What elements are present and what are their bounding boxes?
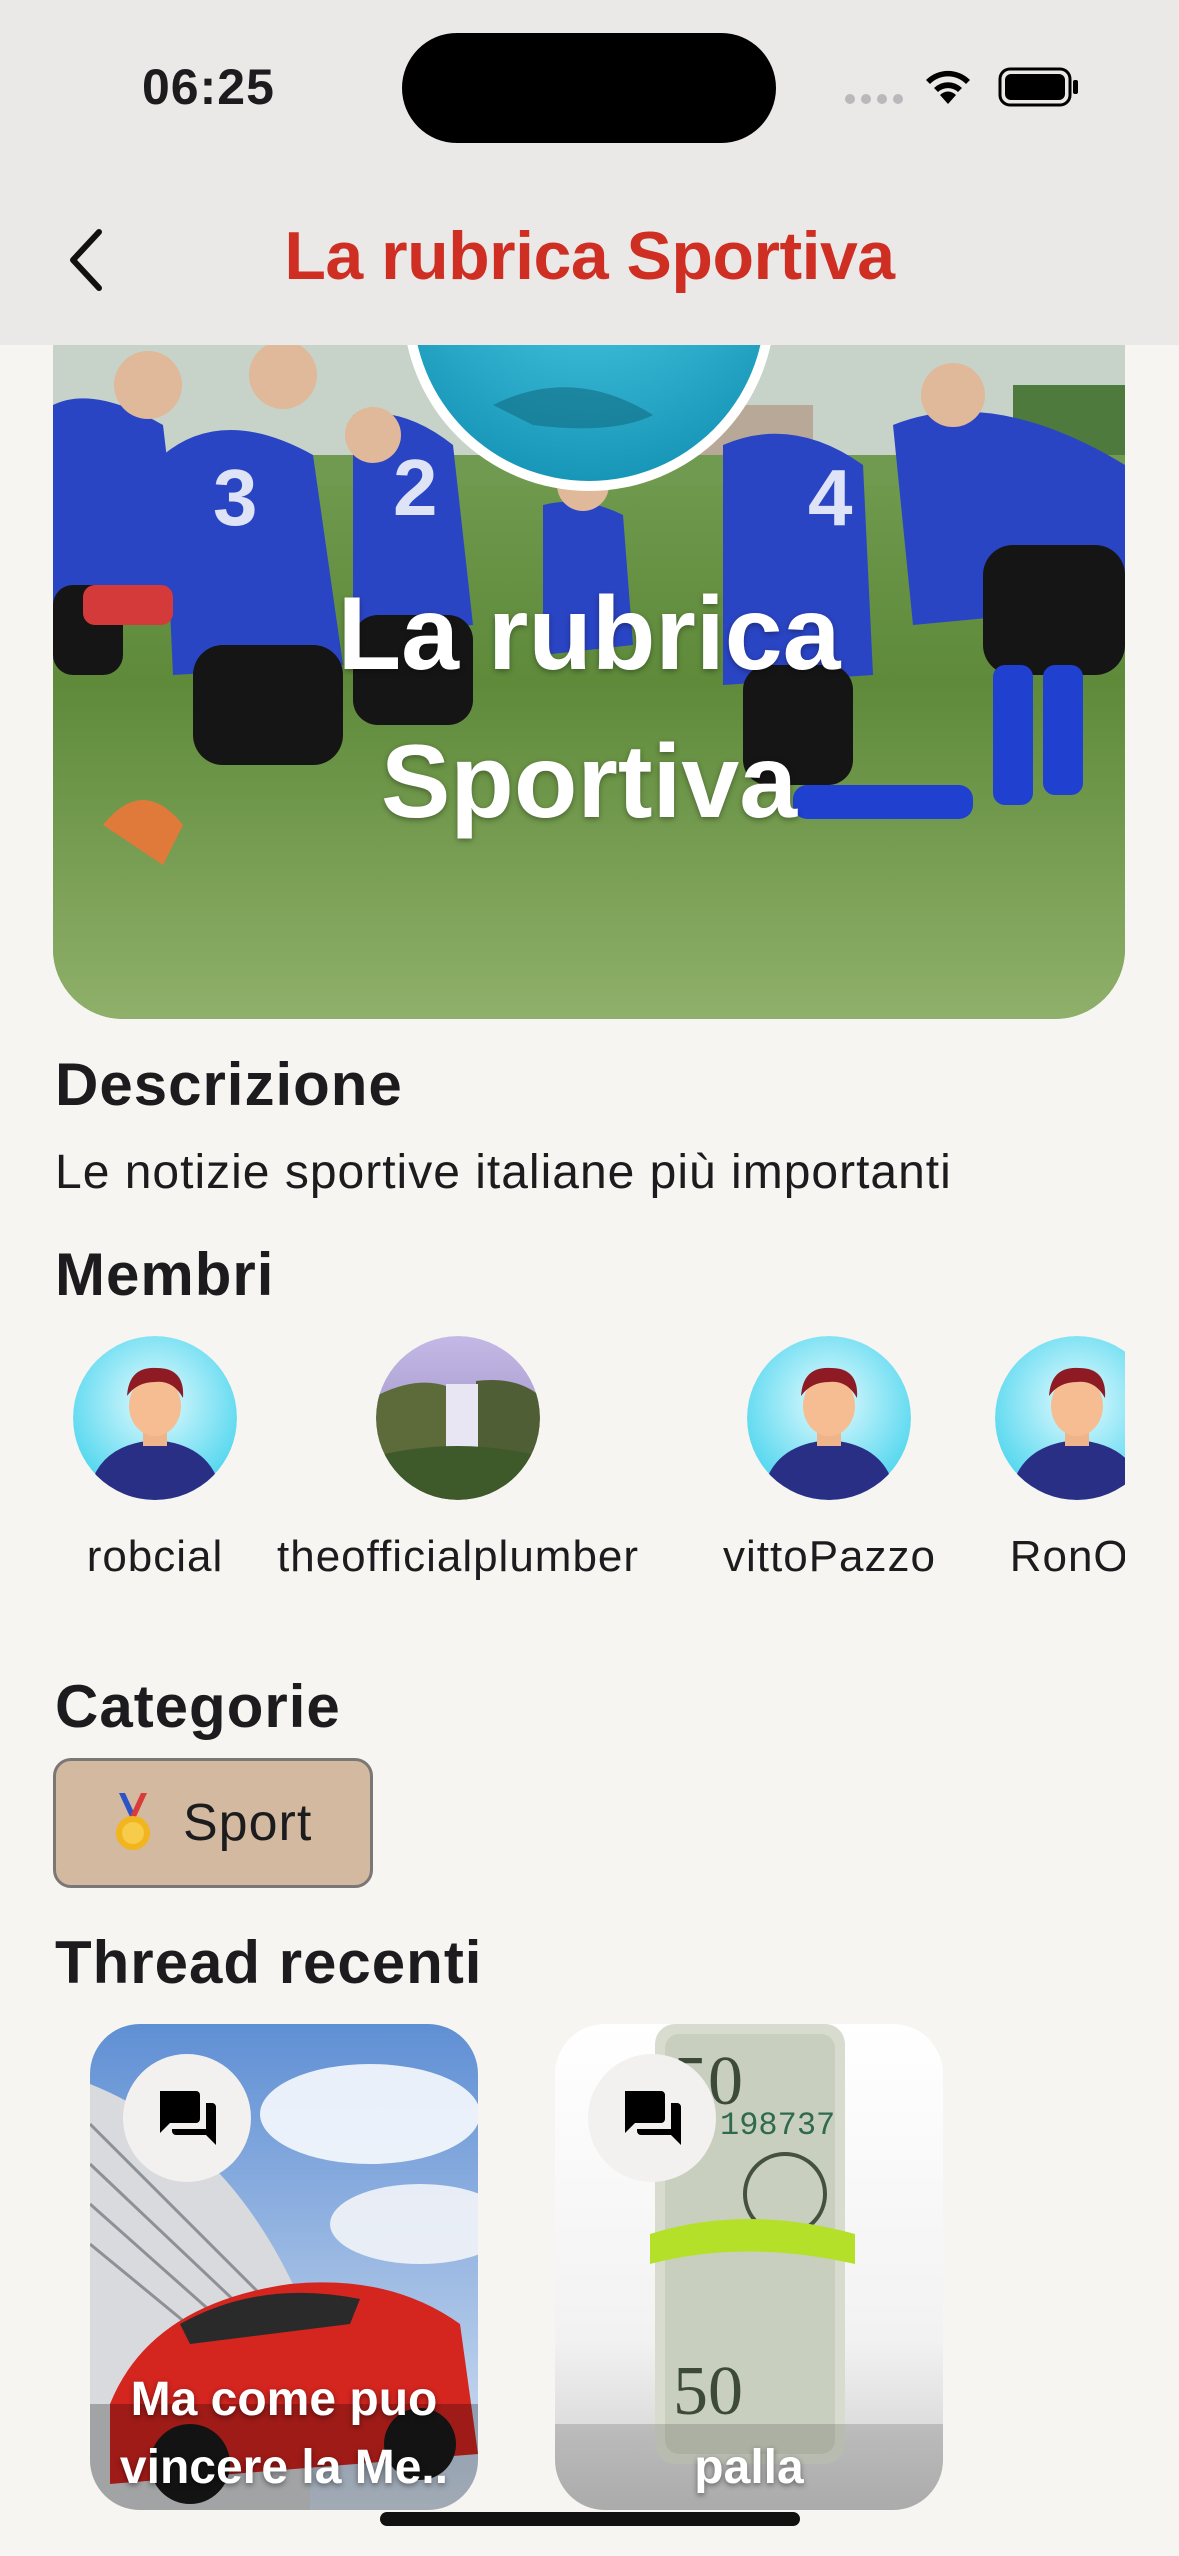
thread-title: Ma come puo vincere la Me.. — [119, 2373, 449, 2494]
members-list[interactable]: robcial theofficialplumber vittoPazzo Ro… — [53, 1336, 1125, 1596]
banner-title: La rubrica Sportiva — [53, 560, 1125, 856]
member-name: RonOr — [1009, 1532, 1125, 1581]
wifi-icon — [926, 70, 970, 104]
thread-card[interactable]: Ma come puo vincere la Me.. — [90, 2024, 478, 2510]
banner-title-line-2: Sportiva — [380, 724, 798, 840]
svg-text:3: 3 — [213, 453, 258, 542]
categories-heading: Categorie — [55, 1673, 341, 1740]
member-name: robcial — [86, 1532, 224, 1581]
member-vittopazzo[interactable]: vittoPazzo — [723, 1336, 936, 1582]
members-heading: Membri — [55, 1241, 275, 1308]
svg-text:4: 4 — [808, 453, 853, 542]
navigation-bar: La rubrica Sportiva — [0, 175, 1179, 345]
member-name: theofficialplumber — [277, 1532, 640, 1581]
svg-text:198737: 198737 — [720, 2107, 835, 2144]
category-chip-label: Sport — [183, 1794, 313, 1852]
threads-heading: Thread recenti — [55, 1929, 483, 1996]
member-name: vittoPazzo — [723, 1532, 936, 1581]
svg-text:2: 2 — [393, 443, 438, 532]
person-avatar — [995, 1336, 1125, 1500]
chat-bubbles-icon — [160, 2091, 216, 2145]
person-avatar — [73, 1336, 237, 1500]
description-text: Le notizie sportive italiane più importa… — [55, 1146, 952, 1199]
thread-icon-bubble — [123, 2054, 251, 2182]
thread-card[interactable]: 50 198737 50 palla — [555, 2024, 943, 2510]
status-bar: 06:25 — [0, 0, 1179, 175]
chat-bubbles-icon — [625, 2091, 681, 2145]
svg-text:50: 50 — [673, 2353, 743, 2430]
description-heading: Descrizione — [55, 1051, 403, 1118]
waterfall-photo — [376, 1336, 541, 1500]
person-avatar — [747, 1336, 912, 1500]
thread-icon-bubble — [588, 2054, 716, 2182]
home-indicator[interactable] — [380, 2512, 800, 2526]
thread-title: palla — [694, 2441, 804, 2494]
member-robcial[interactable]: robcial — [73, 1336, 237, 1582]
member-theofficialplumber[interactable]: theofficialplumber — [277, 1336, 639, 1582]
nav-title: La rubrica Sportiva — [284, 218, 895, 294]
member-ronor[interactable]: RonOr — [995, 1336, 1125, 1582]
medal-icon — [116, 1793, 150, 1850]
status-time: 06:25 — [142, 59, 275, 115]
banner-title-line-1: La rubrica — [337, 576, 841, 692]
category-chip-sport[interactable]: Sport — [53, 1758, 373, 1888]
community-banner: 3 2 4 La rubrica Sportiva — [53, 345, 1125, 1019]
cellular-signal-icon — [845, 94, 903, 104]
dynamic-island — [402, 33, 776, 143]
battery-icon — [998, 67, 1078, 107]
